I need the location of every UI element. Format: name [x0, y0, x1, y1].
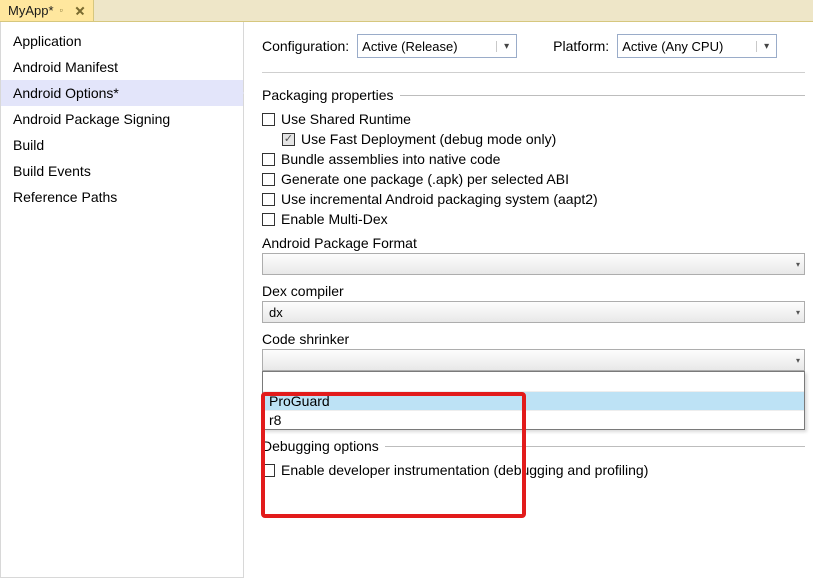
sidebar-item-label: Reference Paths [13, 189, 117, 205]
close-icon[interactable] [75, 6, 85, 16]
multidex-label: Enable Multi-Dex [281, 211, 388, 227]
one-apk-per-abi-label: Generate one package (.apk) per selected… [281, 171, 569, 187]
shrinker-option-proguard[interactable]: ProGuard [263, 392, 804, 411]
sidebar-item-android-options[interactable]: Android Options* [1, 80, 243, 106]
shrinker-option-blank[interactable] [263, 372, 804, 392]
dex-compiler-value: dx [269, 305, 283, 320]
document-tab-bar: MyApp* ▫ [0, 0, 813, 22]
sidebar-item-label: Android Package Signing [13, 111, 170, 127]
aapt2-checkbox[interactable] [262, 193, 275, 206]
document-tab[interactable]: MyApp* ▫ [0, 0, 94, 21]
sidebar-item-build-events[interactable]: Build Events [1, 158, 243, 184]
platform-label: Platform: [553, 38, 609, 54]
configuration-value: Active (Release) [362, 39, 457, 54]
multidex-checkbox[interactable] [262, 213, 275, 226]
use-fast-deployment-checkbox[interactable] [282, 133, 295, 146]
configuration-select[interactable]: Active (Release) ▾ [357, 34, 517, 58]
dex-compiler-select[interactable]: dx ▾ [262, 301, 805, 323]
chevron-down-icon: ▾ [756, 41, 772, 52]
use-shared-runtime-checkbox[interactable] [262, 113, 275, 126]
dev-instrumentation-checkbox[interactable] [262, 464, 275, 477]
code-shrinker-dropdown: ProGuard r8 [262, 371, 805, 430]
document-tab-title: MyApp* [8, 3, 54, 18]
configuration-label: Configuration: [262, 38, 349, 54]
chevron-down-icon: ▾ [796, 308, 800, 317]
sidebar-item-build[interactable]: Build [1, 132, 243, 158]
sidebar-item-label: Application [13, 33, 82, 49]
chevron-down-icon: ▾ [496, 41, 512, 52]
packaging-header: Packaging properties [262, 87, 805, 103]
settings-sidebar: Application Android Manifest Android Opt… [0, 22, 244, 578]
bundle-native-label: Bundle assemblies into native code [281, 151, 500, 167]
divider [262, 72, 805, 73]
sidebar-item-package-signing[interactable]: Android Package Signing [1, 106, 243, 132]
sidebar-item-label: Build Events [13, 163, 91, 179]
use-shared-runtime-label: Use Shared Runtime [281, 111, 411, 127]
platform-value: Active (Any CPU) [622, 39, 723, 54]
group-title: Debugging options [262, 438, 379, 454]
platform-select[interactable]: Active (Any CPU) ▾ [617, 34, 777, 58]
code-shrinker-label: Code shrinker [262, 331, 805, 347]
dev-instrumentation-label: Enable developer instrumentation (debugg… [281, 462, 648, 478]
package-format-select[interactable]: ▾ [262, 253, 805, 275]
one-apk-per-abi-checkbox[interactable] [262, 173, 275, 186]
settings-main: Configuration: Active (Release) ▾ Platfo… [244, 22, 813, 578]
chevron-down-icon: ▾ [796, 260, 800, 269]
aapt2-label: Use incremental Android packaging system… [281, 191, 598, 207]
dex-compiler-label: Dex compiler [262, 283, 805, 299]
group-title: Packaging properties [262, 87, 394, 103]
chevron-down-icon: ▾ [796, 356, 800, 365]
pin-icon[interactable]: ▫ [60, 6, 69, 15]
use-fast-deployment-label: Use Fast Deployment (debug mode only) [301, 131, 556, 147]
sidebar-item-label: Android Options* [13, 85, 119, 101]
code-shrinker-select[interactable]: ▾ [262, 349, 805, 371]
bundle-native-checkbox[interactable] [262, 153, 275, 166]
package-format-label: Android Package Format [262, 235, 805, 251]
sidebar-item-android-manifest[interactable]: Android Manifest [1, 54, 243, 80]
shrinker-option-r8[interactable]: r8 [263, 411, 804, 429]
sidebar-item-application[interactable]: Application [1, 28, 243, 54]
sidebar-item-reference-paths[interactable]: Reference Paths [1, 184, 243, 210]
sidebar-item-label: Android Manifest [13, 59, 118, 75]
debugging-header: Debugging options [262, 438, 805, 454]
sidebar-item-label: Build [13, 137, 44, 153]
